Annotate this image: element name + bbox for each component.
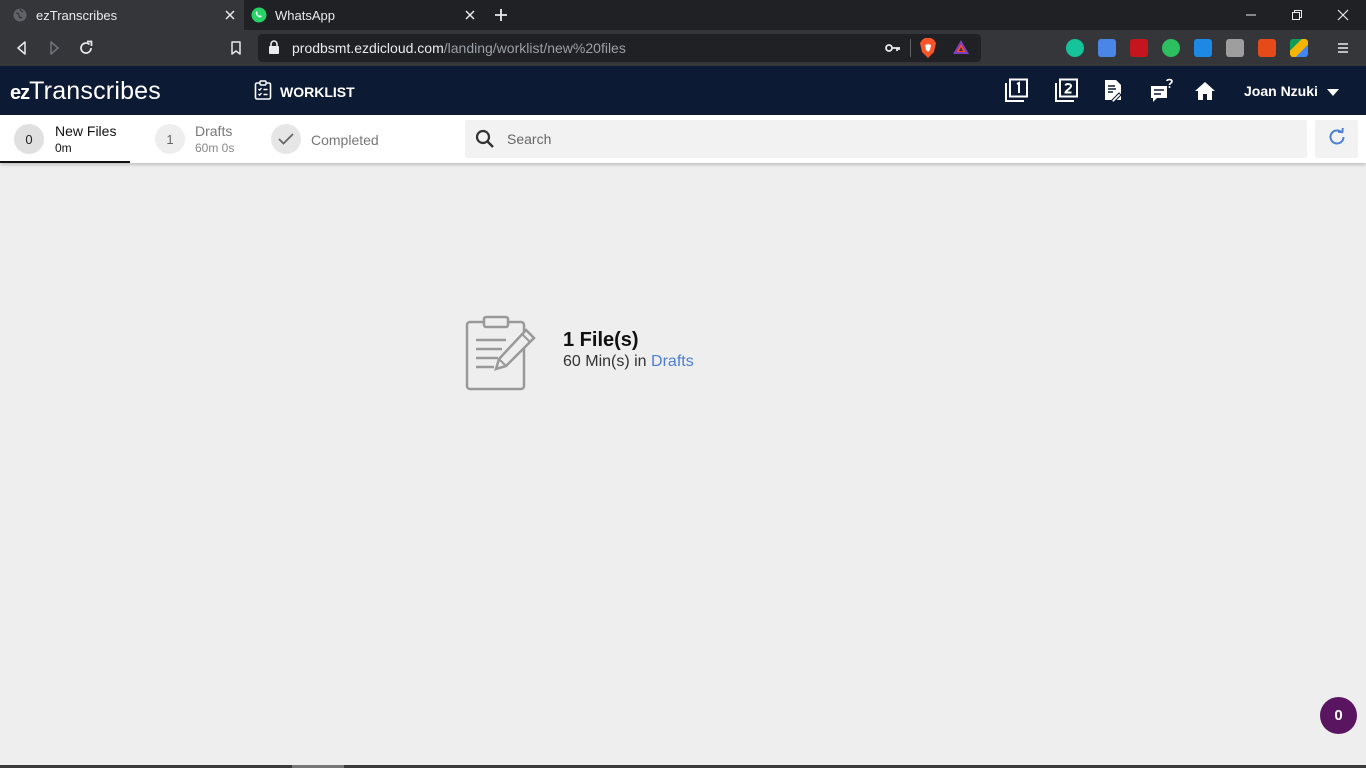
app-header: ezTranscribes WORKLIST Joan Nzuki xyxy=(0,66,1366,115)
tab-title: WhatsApp xyxy=(275,8,335,23)
drafts-link[interactable]: Drafts xyxy=(651,353,694,370)
chevron-down-icon xyxy=(1326,83,1339,99)
completed-label: Completed xyxy=(311,132,379,148)
brave-rewards-icon[interactable] xyxy=(952,39,970,60)
tab-drafts[interactable]: 1 Drafts 60m 0s xyxy=(130,115,255,163)
files-summary: 1 File(s) 60 Min(s) in Drafts xyxy=(464,315,764,395)
drafts-label: Drafts xyxy=(195,123,233,139)
translate-extension-icon[interactable] xyxy=(1098,39,1116,57)
drafts-count-badge: 1 xyxy=(155,124,185,154)
new-tab-icon[interactable] xyxy=(490,4,512,26)
highlighter-extension-icon[interactable] xyxy=(1130,39,1148,57)
brave-shields-icon[interactable] xyxy=(919,38,937,63)
logo-name: Transcribes xyxy=(29,77,161,105)
evernote-extension-icon[interactable] xyxy=(1162,39,1180,57)
japanese-dictionary-extension-icon[interactable] xyxy=(1226,39,1244,57)
user-menu[interactable]: Joan Nzuki xyxy=(1244,83,1339,99)
lock-icon xyxy=(268,40,280,60)
single-doc-1-icon[interactable] xyxy=(1003,78,1029,104)
new-files-duration: 0m xyxy=(55,141,72,155)
close-tab-icon[interactable] xyxy=(222,7,238,23)
new-files-count-badge: 0 xyxy=(14,124,44,154)
restore-icon[interactable] xyxy=(1274,0,1320,30)
tab-title: ezTranscribes xyxy=(36,8,118,23)
browser-tab-eztranscribes[interactable]: ezTranscribes xyxy=(0,0,244,30)
worklist-nav-link[interactable]: WORKLIST xyxy=(254,80,355,103)
tab-new-files[interactable]: 0 New Files 0m xyxy=(0,115,130,163)
browser-toolbar: prodbsmt.ezdicloud.com/landing/worklist/… xyxy=(0,30,1366,66)
close-window-icon[interactable] xyxy=(1320,0,1366,30)
clipboard-checklist-icon xyxy=(254,80,280,103)
whatsapp-icon xyxy=(251,7,267,23)
home-icon[interactable] xyxy=(1192,78,1218,104)
reload-icon[interactable] xyxy=(76,38,96,58)
office-extension-icon[interactable] xyxy=(1258,39,1276,57)
extension-with-badge-icon[interactable] xyxy=(1194,39,1212,57)
close-tab-icon[interactable] xyxy=(462,7,478,23)
app-logo[interactable]: ezTranscribes xyxy=(10,77,161,106)
url-host: prodbsmt.ezdicloud.com xyxy=(292,40,444,56)
bookmark-icon[interactable] xyxy=(226,38,246,58)
globe-icon xyxy=(12,7,28,23)
address-bar[interactable]: prodbsmt.ezdicloud.com/landing/worklist/… xyxy=(258,34,981,62)
search-icon xyxy=(475,129,495,154)
worklist-tabs-bar: 0 New Files 0m 1 Drafts 60m 0s Completed xyxy=(0,115,1366,163)
multi-doc-2-icon[interactable] xyxy=(1053,78,1079,104)
google-drive-extension-icon[interactable] xyxy=(1290,39,1308,57)
tab-completed[interactable]: Completed xyxy=(255,115,405,163)
browser-tab-whatsapp[interactable]: WhatsApp xyxy=(244,0,484,30)
worklist-label: WORKLIST xyxy=(280,83,355,100)
password-key-icon[interactable] xyxy=(885,41,901,59)
refresh-icon xyxy=(1327,127,1347,152)
browser-tab-bar: ezTranscribes WhatsApp xyxy=(0,0,1366,30)
clipboard-edit-icon xyxy=(464,315,538,398)
url-text: prodbsmt.ezdicloud.com/landing/worklist/… xyxy=(292,40,626,56)
active-tab-indicator xyxy=(0,161,130,163)
back-icon[interactable] xyxy=(12,38,32,58)
file-count: 1 File(s) xyxy=(563,329,639,351)
notification-count-button[interactable]: 0 xyxy=(1320,697,1357,734)
search-input[interactable] xyxy=(507,120,1287,158)
divider xyxy=(910,39,911,57)
check-icon xyxy=(271,124,301,154)
minutes-summary: 60 Min(s) in Drafts xyxy=(563,353,694,371)
drafts-duration: 60m 0s xyxy=(195,141,235,155)
grammarly-extension-icon[interactable] xyxy=(1066,39,1084,57)
logo-prefix: ez xyxy=(10,82,30,104)
new-files-label: New Files xyxy=(55,123,117,139)
document-edit-icon[interactable] xyxy=(1100,78,1126,104)
minimize-icon[interactable] xyxy=(1228,0,1274,30)
minutes-text: 60 Min(s) in xyxy=(563,353,652,370)
browser-menu-icon[interactable] xyxy=(1333,38,1353,58)
forward-icon[interactable] xyxy=(44,38,64,58)
url-path: /landing/worklist/new%20files xyxy=(443,40,626,56)
chat-help-icon[interactable] xyxy=(1149,78,1175,104)
search-box[interactable] xyxy=(465,120,1307,158)
user-name: Joan Nzuki xyxy=(1244,83,1318,99)
refresh-button[interactable] xyxy=(1315,120,1358,158)
